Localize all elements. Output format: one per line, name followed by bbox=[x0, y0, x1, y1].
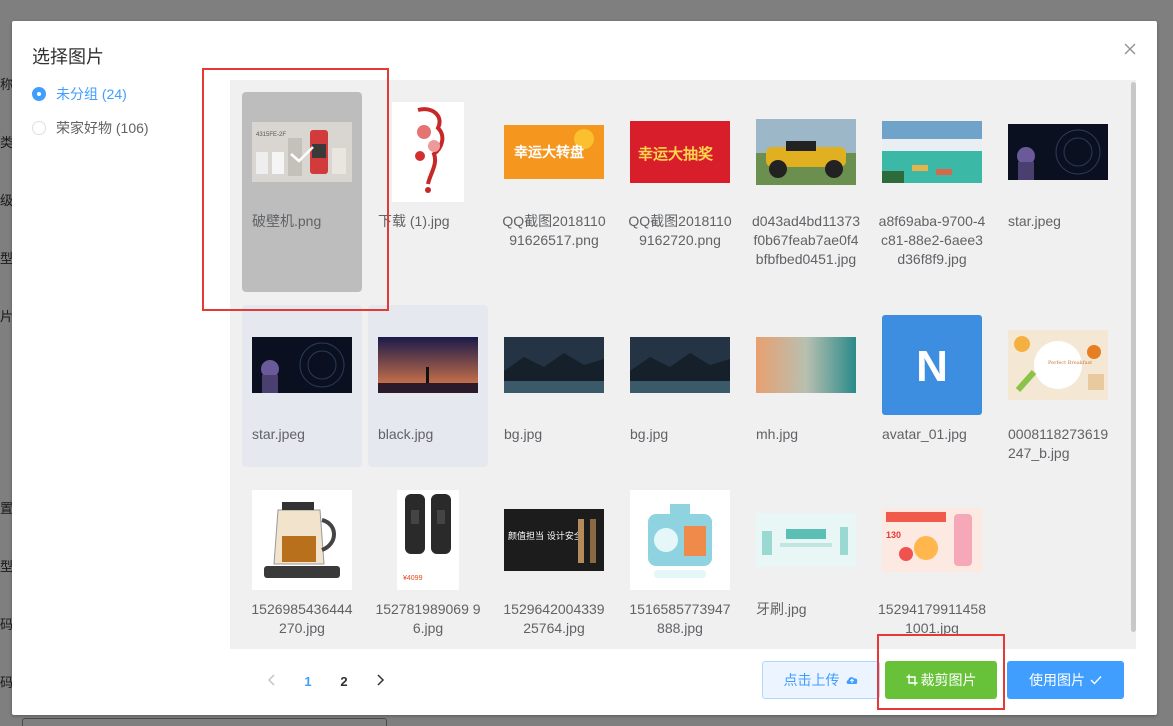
image-thumbnail: Perfect Breakfast bbox=[1008, 315, 1108, 415]
image-name: 152964200433925764.jpg bbox=[503, 601, 605, 636]
image-thumbnail bbox=[378, 102, 478, 202]
image-thumbnail bbox=[756, 490, 856, 590]
gallery-scrollbar[interactable] bbox=[1131, 82, 1136, 632]
image-name: 152941799114581001.jpg bbox=[878, 601, 986, 636]
image-thumbnail bbox=[1008, 102, 1108, 202]
page-1[interactable]: 1 bbox=[290, 674, 326, 689]
image-name: d043ad4bd11373f0b67feab7ae0f4bfbfbed0451… bbox=[752, 213, 860, 267]
image-tile[interactable]: 130 152941799114581001.jpg bbox=[872, 480, 992, 642]
image-thumbnail: 幸运大转盘 bbox=[504, 102, 604, 202]
image-name: black.jpg bbox=[378, 426, 434, 442]
group-label: 荣家好物 (106) bbox=[56, 120, 149, 136]
image-name: bg.jpg bbox=[504, 426, 543, 442]
image-tile[interactable]: N avatar_01.jpg bbox=[872, 305, 992, 467]
upload-label: 点击上传 bbox=[783, 672, 840, 688]
group-item-ungrouped[interactable]: 未分组 (24) bbox=[32, 77, 222, 111]
image-tile[interactable]: 1526985436444270.jpg bbox=[242, 480, 362, 642]
dialog-title: 选择图片 bbox=[32, 47, 104, 67]
image-tile[interactable]: 1516585773947888.jpg bbox=[620, 480, 740, 642]
image-name: 1526985436444270.jpg bbox=[251, 601, 353, 636]
image-tile[interactable]: 幸运大转盘 QQ截图201811091626517.png bbox=[494, 92, 614, 292]
image-tile[interactable]: d043ad4bd11373f0b67feab7ae0f4bfbfbed0451… bbox=[746, 92, 866, 292]
image-name: mh.jpg bbox=[756, 426, 799, 442]
image-thumbnail bbox=[756, 315, 856, 415]
image-thumbnail bbox=[882, 102, 982, 202]
page-2[interactable]: 2 bbox=[326, 674, 362, 689]
image-tile[interactable]: 牙刷.jpg bbox=[746, 480, 866, 642]
check-icon bbox=[290, 146, 314, 163]
image-name: 152781989069 96.jpg bbox=[375, 601, 481, 636]
image-name: star.jpeg bbox=[252, 426, 305, 442]
select-image-dialog: 选择图片 未分组 (24) 荣家好物 (106) 4315FE-2F 破壁机.p… bbox=[12, 21, 1157, 715]
radio-icon[interactable] bbox=[32, 121, 46, 135]
image-thumbnail bbox=[630, 490, 730, 590]
avatar-letter: N bbox=[916, 342, 948, 391]
lock-slogan: 颜值担当 设计安全 bbox=[508, 530, 583, 542]
radio-checked-icon[interactable] bbox=[32, 87, 46, 101]
lottery-text: 幸运大抽奖 bbox=[638, 145, 714, 163]
image-tile[interactable]: bg.jpg bbox=[494, 305, 614, 467]
image-name: 1516585773947888.jpg bbox=[629, 601, 731, 636]
image-tile[interactable]: mh.jpg bbox=[746, 305, 866, 467]
image-thumbnail: ¥4099 bbox=[378, 490, 478, 590]
image-name: 下载 (1).jpg bbox=[378, 213, 450, 229]
image-tile[interactable]: 4315FE-2F 破壁机.png bbox=[242, 92, 362, 292]
crop-button[interactable]: 裁剪图片 bbox=[885, 661, 997, 699]
image-tile[interactable]: 颜值担当 设计安全 152964200433925764.jpg bbox=[494, 480, 614, 642]
image-thumbnail: N bbox=[882, 315, 982, 415]
image-tile[interactable]: 下载 (1).jpg bbox=[368, 92, 488, 292]
image-thumbnail: 幸运大抽奖 bbox=[630, 102, 730, 202]
upload-button[interactable]: 点击上传 bbox=[762, 661, 880, 699]
image-thumbnail bbox=[378, 315, 478, 415]
image-gallery: 4315FE-2F 破壁机.png 下载 (1).jpg 幸运大转盘 QQ截图2… bbox=[230, 80, 1136, 649]
image-thumbnail bbox=[756, 102, 856, 202]
image-tile[interactable]: 幸运大抽奖 QQ截图20181109162720.png bbox=[620, 92, 740, 292]
image-tile[interactable]: Perfect Breakfast 0008118273619247_b.jpg bbox=[998, 305, 1118, 467]
image-name: QQ截图201811091626517.png bbox=[502, 213, 606, 248]
image-name: a8f69aba-9700-4c81-88e2-6aee3d36f8f9.jpg bbox=[878, 213, 986, 267]
image-thumbnail bbox=[504, 315, 604, 415]
image-name: QQ截图20181109162720.png bbox=[628, 213, 732, 248]
image-thumbnail: 颜值担当 设计安全 bbox=[504, 490, 604, 590]
image-tile[interactable]: a8f69aba-9700-4c81-88e2-6aee3d36f8f9.jpg bbox=[872, 92, 992, 292]
lottery-text: 幸运大转盘 bbox=[514, 144, 584, 161]
blender-price: 130 bbox=[886, 530, 901, 540]
image-tile[interactable]: black.jpg bbox=[368, 305, 488, 467]
group-list: 未分组 (24) 荣家好物 (106) bbox=[32, 77, 222, 145]
use-image-button[interactable]: 使用图片 bbox=[1007, 661, 1124, 699]
crop-icon bbox=[906, 674, 918, 686]
image-name: star.jpeg bbox=[1008, 213, 1061, 229]
close-icon[interactable] bbox=[1120, 39, 1140, 59]
image-tile[interactable]: star.jpeg bbox=[242, 305, 362, 467]
image-name: 牙刷.jpg bbox=[756, 601, 807, 617]
chevron-left-icon[interactable] bbox=[254, 673, 290, 690]
image-name: 破壁机.png bbox=[252, 213, 322, 229]
image-thumbnail bbox=[252, 490, 352, 590]
group-item-rongjia[interactable]: 荣家好物 (106) bbox=[32, 111, 222, 145]
image-name: bg.jpg bbox=[630, 426, 669, 442]
chevron-right-icon[interactable] bbox=[362, 673, 398, 690]
cloud-upload-icon bbox=[845, 674, 859, 686]
use-label: 使用图片 bbox=[1029, 672, 1085, 688]
breakfast-text: Perfect Breakfast bbox=[1048, 360, 1092, 366]
phone-price: ¥4099 bbox=[403, 575, 423, 582]
image-thumbnail: 130 bbox=[882, 490, 982, 590]
image-name: 0008118273619247_b.jpg bbox=[1008, 426, 1109, 461]
check-icon bbox=[1090, 675, 1102, 685]
image-thumbnail bbox=[252, 315, 352, 415]
image-name: avatar_01.jpg bbox=[882, 426, 967, 442]
crop-label: 裁剪图片 bbox=[920, 672, 977, 688]
image-tile[interactable]: ¥4099 152781989069 96.jpg bbox=[368, 480, 488, 642]
juicer-label: 4315FE-2F bbox=[256, 132, 286, 138]
group-label: 未分组 (24) bbox=[56, 86, 127, 102]
image-tile[interactable]: star.jpeg bbox=[998, 92, 1118, 292]
image-thumbnail bbox=[630, 315, 730, 415]
pagination: 1 2 bbox=[254, 666, 398, 696]
image-tile[interactable]: bg.jpg bbox=[620, 305, 740, 467]
